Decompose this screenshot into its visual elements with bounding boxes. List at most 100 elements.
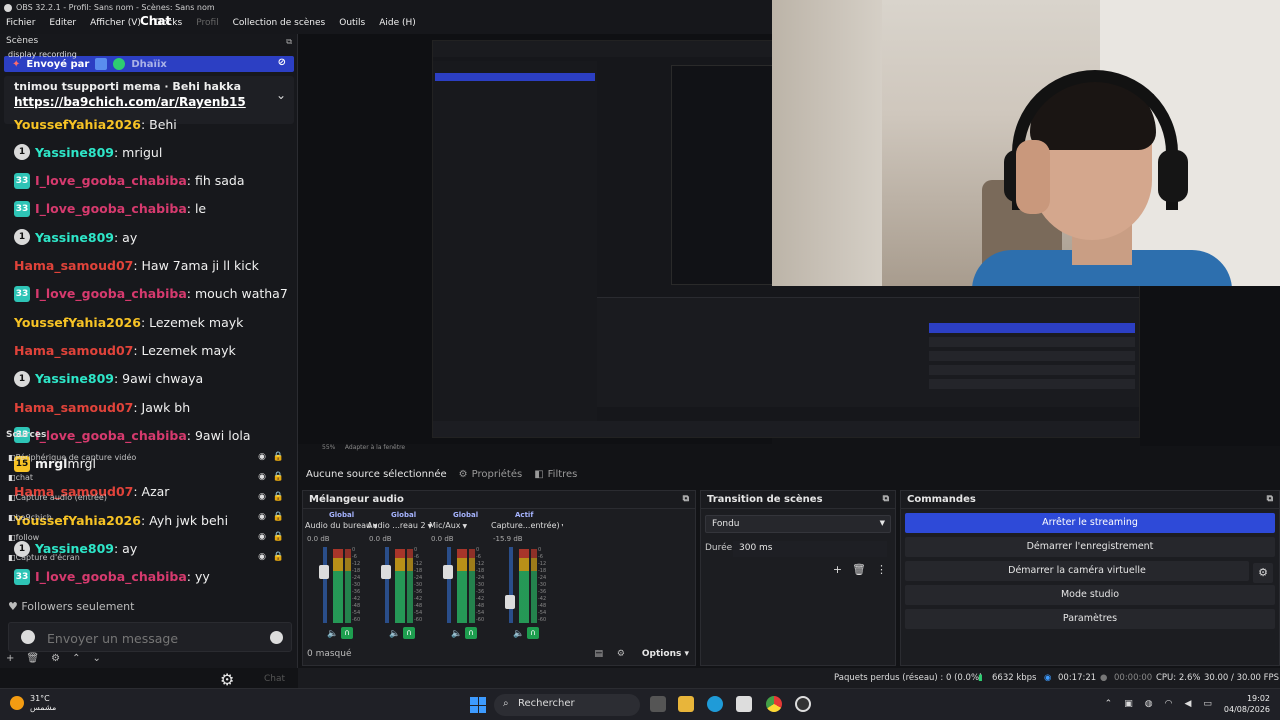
down-icon[interactable]: ⌄ bbox=[92, 653, 100, 664]
volume-slider[interactable] bbox=[323, 547, 327, 623]
more-icon[interactable]: ⋮ bbox=[876, 563, 887, 576]
eye-icon[interactable]: ◉ bbox=[258, 472, 266, 482]
source-item[interactable]: ◧ Périphérique de capture vidéo ◉ 🔒 bbox=[8, 450, 292, 464]
menu-aide[interactable]: Aide (H) bbox=[379, 18, 416, 28]
start-virtual-camera-button[interactable]: Démarrer la caméra virtuelle bbox=[905, 561, 1249, 581]
lock-icon[interactable]: 🔒 bbox=[273, 512, 284, 522]
virtual-camera-settings-icon[interactable]: ⚙ bbox=[1253, 563, 1273, 583]
undock-icon[interactable]: ⧉ bbox=[286, 37, 292, 47]
lock-icon[interactable]: 🔒 bbox=[273, 452, 284, 462]
clock[interactable]: 19:02 04/08/2026 bbox=[1224, 693, 1270, 715]
volume-slider-handle[interactable] bbox=[505, 595, 515, 609]
taskbar-search[interactable]: ⌕ Rechercher bbox=[494, 694, 640, 716]
lock-icon[interactable]: 🔒 bbox=[273, 472, 284, 482]
chat-username[interactable]: I_love_gooba_chabiba bbox=[35, 201, 187, 216]
wifi-icon[interactable]: ◠ bbox=[1165, 699, 1173, 709]
options-button[interactable]: Options ▾ bbox=[642, 649, 689, 659]
eye-icon[interactable]: ◉ bbox=[258, 552, 266, 562]
lock-icon[interactable]: 🔒 bbox=[273, 552, 284, 562]
start-recording-button[interactable]: Démarrer l'enregistrement bbox=[905, 537, 1275, 557]
stop-streaming-button[interactable]: Arrêter le streaming bbox=[905, 513, 1275, 533]
volume-slider-handle[interactable] bbox=[319, 565, 329, 579]
zoom-level[interactable]: 55% bbox=[322, 444, 335, 451]
chat-username[interactable]: I_love_gooba_chabiba bbox=[35, 173, 187, 188]
eye-icon[interactable]: ◉ bbox=[258, 492, 266, 502]
chat-username[interactable]: Hama_samoud07 bbox=[14, 400, 133, 415]
channel-name[interactable]: Capture...entrée)▼ bbox=[491, 521, 563, 530]
undock-icon[interactable]: ⧉ bbox=[683, 494, 689, 504]
chat-username[interactable]: Yassine809 bbox=[35, 145, 114, 160]
volume-slider[interactable] bbox=[447, 547, 451, 623]
eye-icon[interactable]: ◉ bbox=[258, 452, 266, 462]
chevron-down-icon[interactable]: ⌄ bbox=[276, 88, 286, 102]
hide-icon[interactable]: ⊘ bbox=[278, 57, 286, 68]
menu-collection[interactable]: Collection de scènes bbox=[233, 18, 326, 28]
speaker-icon[interactable]: 🔈 bbox=[513, 629, 524, 639]
properties-button[interactable]: ⚙ Propriétés bbox=[459, 469, 523, 480]
menu-fichier[interactable]: Fichier bbox=[6, 18, 35, 28]
filter-icon[interactable]: ⚙ bbox=[51, 653, 60, 664]
chat-username[interactable]: I_love_gooba_chabiba bbox=[35, 286, 187, 301]
chat-badge-icon[interactable] bbox=[21, 630, 35, 644]
emoji-icon[interactable] bbox=[270, 631, 283, 644]
headphones-icon[interactable]: ∩ bbox=[527, 627, 539, 639]
studio-mode-button[interactable]: Mode studio bbox=[905, 585, 1275, 605]
filters-button[interactable]: ◧ Filtres bbox=[534, 469, 577, 480]
eye-icon[interactable]: ◉ bbox=[258, 512, 266, 522]
lock-icon[interactable]: 🔒 bbox=[273, 532, 284, 542]
lock-icon[interactable]: 🔒 bbox=[273, 492, 284, 502]
weather-widget[interactable]: 31°C مشمس bbox=[10, 694, 56, 712]
trash-icon[interactable]: 🗑 bbox=[26, 653, 39, 664]
eye-icon[interactable]: ◉ bbox=[258, 532, 266, 542]
source-item[interactable]: ◧ ba9chich ◉ 🔒 bbox=[8, 510, 292, 524]
add-icon[interactable]: + bbox=[833, 563, 842, 576]
speaker-icon[interactable]: 🔈 bbox=[389, 629, 400, 639]
headphones-icon[interactable]: ∩ bbox=[341, 627, 353, 639]
tray-app-icon[interactable]: ◍ bbox=[1145, 699, 1153, 709]
chat-username[interactable]: YoussefYahia2026 bbox=[14, 117, 141, 132]
transition-select[interactable]: Fondu ▼ bbox=[705, 515, 891, 533]
trash-icon[interactable]: 🗑 bbox=[852, 563, 866, 576]
task-view-icon[interactable] bbox=[650, 696, 666, 712]
pinned-link[interactable]: https://ba9chich.com/ar/Rayenb15 bbox=[14, 95, 284, 109]
source-item[interactable]: ◧ chat ◉ 🔒 bbox=[8, 470, 292, 484]
store-icon[interactable] bbox=[736, 696, 752, 712]
headphones-icon[interactable]: ∩ bbox=[403, 627, 415, 639]
source-item[interactable]: ◧ Capture d'écran ◉ 🔒 bbox=[8, 550, 292, 564]
fit-to-window[interactable]: Adapter à la fenêtre bbox=[345, 444, 405, 451]
undock-icon[interactable]: ⧉ bbox=[883, 494, 889, 504]
volume-slider[interactable] bbox=[385, 547, 389, 623]
up-icon[interactable]: ⌃ bbox=[72, 653, 80, 664]
battery-icon[interactable]: ▭ bbox=[1203, 699, 1212, 709]
chevron-up-icon[interactable]: ⌃ bbox=[1105, 699, 1113, 709]
chat-username[interactable]: I_love_gooba_chabiba bbox=[35, 569, 187, 584]
obs-taskbar-icon[interactable] bbox=[795, 696, 811, 712]
volume-icon[interactable]: ◀ bbox=[1184, 699, 1191, 709]
file-explorer-icon[interactable] bbox=[678, 696, 694, 712]
source-item[interactable]: ◧ Capture audio (entrée) ◉ 🔒 bbox=[8, 490, 292, 504]
menu-outils[interactable]: Outils bbox=[339, 18, 365, 28]
layout-icon[interactable]: ▤ bbox=[594, 649, 603, 659]
headphones-icon[interactable]: ∩ bbox=[465, 627, 477, 639]
chat-username[interactable]: Yassine809 bbox=[35, 371, 114, 386]
windows-start-icon[interactable] bbox=[470, 697, 486, 713]
volume-slider-handle[interactable] bbox=[381, 565, 391, 579]
edge-icon[interactable] bbox=[707, 696, 723, 712]
chat-username[interactable]: Yassine809 bbox=[35, 230, 114, 245]
undock-icon[interactable]: ⧉ bbox=[1267, 494, 1273, 504]
source-item[interactable]: ◧ follow ◉ 🔒 bbox=[8, 530, 292, 544]
chat-username[interactable]: Hama_samoud07 bbox=[14, 258, 133, 273]
settings-button[interactable]: Paramètres bbox=[905, 609, 1275, 629]
speaker-icon[interactable]: 🔈 bbox=[451, 629, 462, 639]
duration-input[interactable]: 300 ms bbox=[733, 541, 887, 557]
volume-slider[interactable] bbox=[509, 547, 513, 623]
chat-username[interactable]: YoussefYahia2026 bbox=[14, 315, 141, 330]
volume-slider-handle[interactable] bbox=[443, 565, 453, 579]
menu-editer[interactable]: Editer bbox=[49, 18, 76, 28]
chat-message-input[interactable] bbox=[47, 628, 267, 648]
advanced-audio-icon[interactable]: ⚙ bbox=[617, 649, 625, 659]
chat-settings-gear-icon[interactable]: ⚙ bbox=[220, 670, 234, 689]
add-icon[interactable]: + bbox=[6, 653, 14, 664]
speaker-icon[interactable]: 🔈 bbox=[327, 629, 338, 639]
tray-app-icon[interactable]: ▣ bbox=[1124, 699, 1133, 709]
